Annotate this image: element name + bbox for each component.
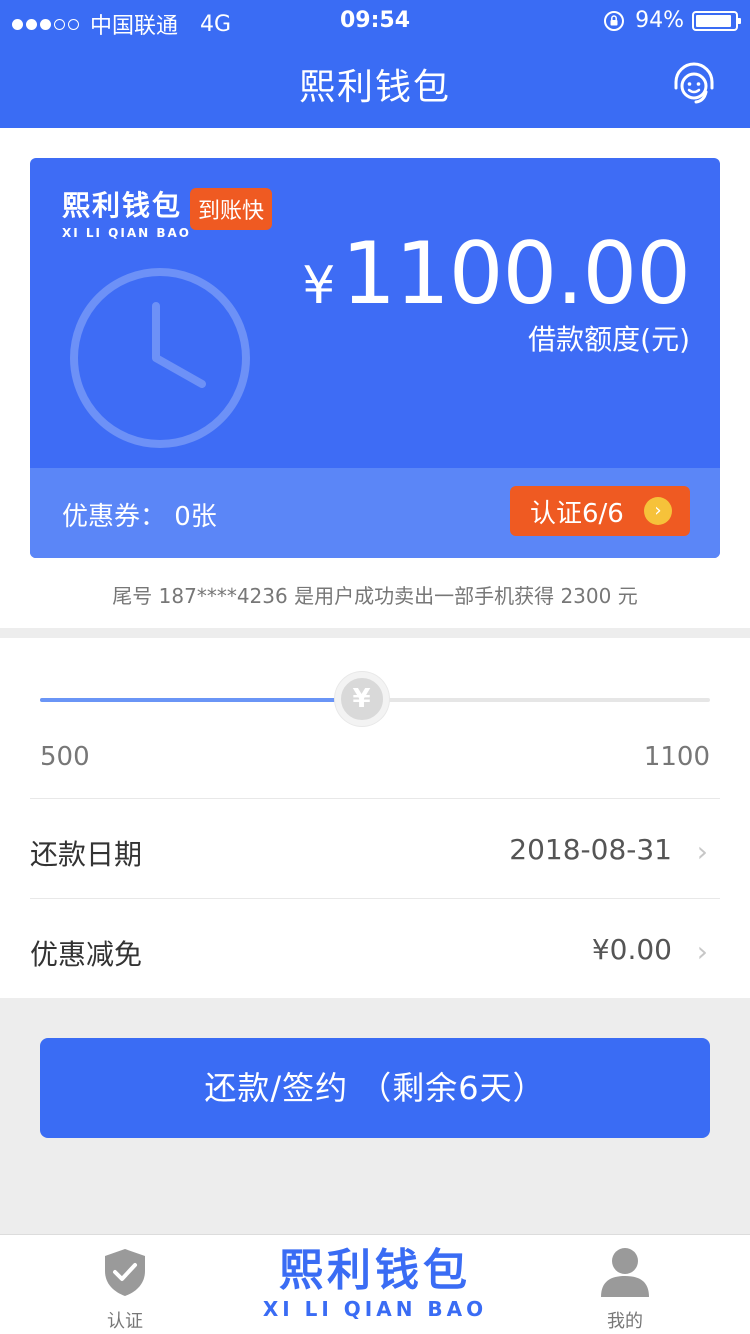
news-ticker: 尾号 187****4236 是用户成功卖出一部手机获得 2300 元 bbox=[112, 584, 638, 608]
card-footer: 优惠券： 0张 认证6/6 › bbox=[30, 468, 720, 558]
repay-date-value: 2018-08-31 bbox=[509, 833, 672, 866]
tab-bar: 认证 熙利钱包 XI LI QIAN BAO 我的 bbox=[0, 1234, 750, 1334]
battery-percent: 94% bbox=[635, 8, 684, 33]
tab-mine-label: 我的 bbox=[607, 1311, 643, 1332]
slider-min-label: 500 bbox=[40, 742, 90, 772]
loan-options: ¥ 500 1100 还款日期 2018-08-31 › 优惠减免 ¥0.00 … bbox=[0, 638, 750, 998]
page-title: 熙利钱包 bbox=[298, 67, 451, 108]
status-bar: 中国联通 4G 09:54 94% bbox=[0, 0, 750, 40]
fast-arrival-badge: 到账快 bbox=[190, 188, 273, 230]
currency-symbol: ¥ bbox=[302, 256, 336, 316]
tab-mine[interactable]: 我的 bbox=[580, 1247, 670, 1333]
slider-max-label: 1100 bbox=[643, 742, 710, 772]
repay-date-row[interactable]: 还款日期 2018-08-31 › bbox=[30, 798, 720, 898]
discount-row[interactable]: 优惠减免 ¥0.00 › bbox=[30, 898, 720, 998]
clock-icon bbox=[70, 268, 250, 448]
credit-card: 熙利钱包 XI LI QIAN BAO 到账快 ¥ 1100.00 借款额度(元… bbox=[30, 158, 720, 558]
chevron-right-icon: › bbox=[696, 935, 708, 968]
slider-fill bbox=[40, 698, 362, 702]
amount-label: 借款额度(元) bbox=[528, 323, 690, 356]
user-icon bbox=[601, 1248, 649, 1297]
verify-button[interactable]: 认证6/6 › bbox=[510, 486, 690, 536]
card-brand: 熙利钱包 XI LI QIAN BAO bbox=[62, 184, 191, 240]
chevron-right-icon: › bbox=[696, 835, 708, 868]
repay-date-label: 还款日期 bbox=[30, 838, 143, 871]
verify-label: 认证6/6 bbox=[530, 498, 624, 529]
status-right: 94% bbox=[603, 8, 741, 33]
coupon-count[interactable]: 优惠券： 0张 bbox=[62, 496, 217, 533]
repay-sign-button[interactable]: 还款/签约 （剩余6天） bbox=[40, 1038, 710, 1138]
brand-name-cn: 熙利钱包 bbox=[62, 189, 183, 222]
brand-name-en: XI LI QIAN BAO bbox=[62, 226, 191, 240]
chevron-right-icon: › bbox=[644, 497, 672, 525]
rotation-lock-icon bbox=[604, 10, 625, 31]
discount-label: 优惠减免 bbox=[30, 938, 143, 971]
discount-value: ¥0.00 bbox=[591, 933, 672, 966]
slider-thumb[interactable]: ¥ bbox=[334, 672, 389, 726]
battery-icon bbox=[692, 10, 741, 31]
top-bar: 中国联通 4G 09:54 94% 熙利钱包 bbox=[0, 0, 750, 128]
customer-service-icon[interactable] bbox=[670, 62, 718, 106]
amount-value: 1100.00 bbox=[341, 224, 691, 324]
credit-amount: ¥ 1100.00 bbox=[302, 224, 691, 324]
